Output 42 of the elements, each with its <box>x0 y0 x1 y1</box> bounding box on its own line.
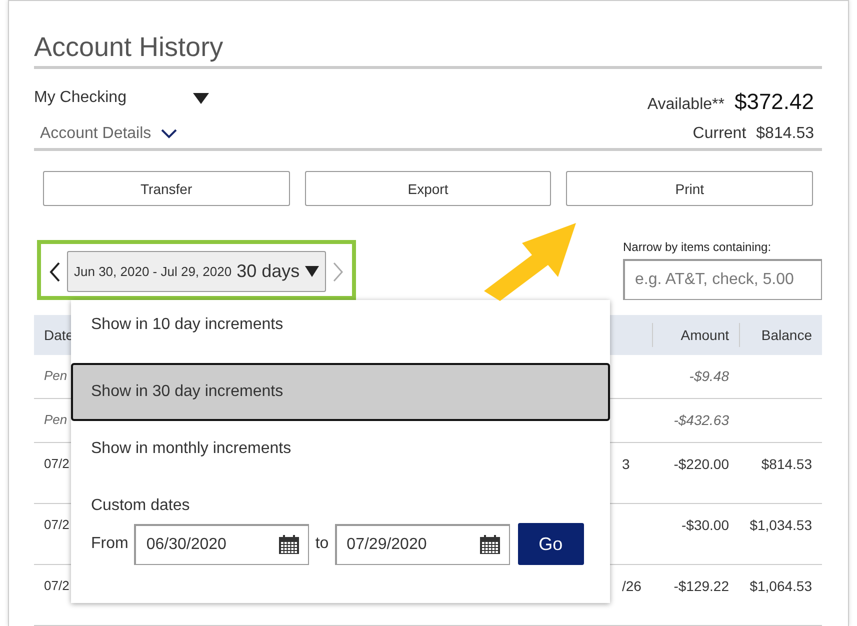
account-details-link[interactable]: Account Details <box>40 125 178 143</box>
action-button[interactable]: Export <box>304 171 552 206</box>
table-cell: -$129.22 <box>674 578 729 594</box>
table-cell: $1,064.53 <box>750 578 812 594</box>
action-button[interactable]: Print <box>566 171 813 206</box>
available-balance: $372.42 <box>734 89 814 115</box>
table-cell: $1,034.53 <box>750 517 812 533</box>
date-range-button[interactable]: Jun 30, 2020 - Jul 29, 2020 30 days <box>67 251 326 292</box>
to-date-field[interactable]: 07/29/2020 <box>334 524 510 564</box>
calendar-icon[interactable] <box>278 534 300 554</box>
filter-label: Narrow by items containing: <box>623 240 772 254</box>
dropdown-triangle-icon <box>193 92 209 104</box>
table-cell: 07/2 <box>44 517 70 532</box>
table-cell: -$9.48 <box>689 368 729 384</box>
from-label: From <box>91 535 128 553</box>
table-cell: $814.53 <box>761 456 812 472</box>
custom-dates-label: Custom dates <box>91 497 191 515</box>
table-cell: -$30.00 <box>682 517 729 533</box>
to-label: to <box>315 535 329 553</box>
table-cell: Pen <box>44 412 68 427</box>
menu-option[interactable]: Show in 30 day increments <box>71 363 610 421</box>
account-select[interactable]: My Checking <box>34 89 209 107</box>
current-label: Current <box>692 125 746 143</box>
table-cell: -$220.00 <box>674 456 729 472</box>
available-label: Available** <box>647 96 724 114</box>
table-cell: Pen <box>44 368 68 383</box>
dropdown-triangle-icon <box>304 266 319 277</box>
page-title: Account History <box>34 31 822 69</box>
table-cell: 07/2 <box>44 456 70 471</box>
current-balance: $814.53 <box>756 125 814 143</box>
chevron-down-icon <box>161 129 178 139</box>
from-date-field[interactable]: 06/30/2020 <box>134 524 310 564</box>
table-cell: -$432.63 <box>674 412 729 428</box>
go-button[interactable]: Go <box>518 523 584 565</box>
action-button[interactable]: Transfer <box>43 171 290 206</box>
menu-option[interactable]: Show in monthly increments <box>71 421 610 477</box>
calendar-icon[interactable] <box>478 534 501 554</box>
table-cell: 07/2 <box>44 578 70 593</box>
filter-field[interactable]: e.g. AT&T, check, 5.00 <box>623 259 822 300</box>
table-cell: 3 <box>622 456 630 472</box>
table-cell: /26 <box>622 578 642 594</box>
previous-button[interactable] <box>49 262 61 282</box>
